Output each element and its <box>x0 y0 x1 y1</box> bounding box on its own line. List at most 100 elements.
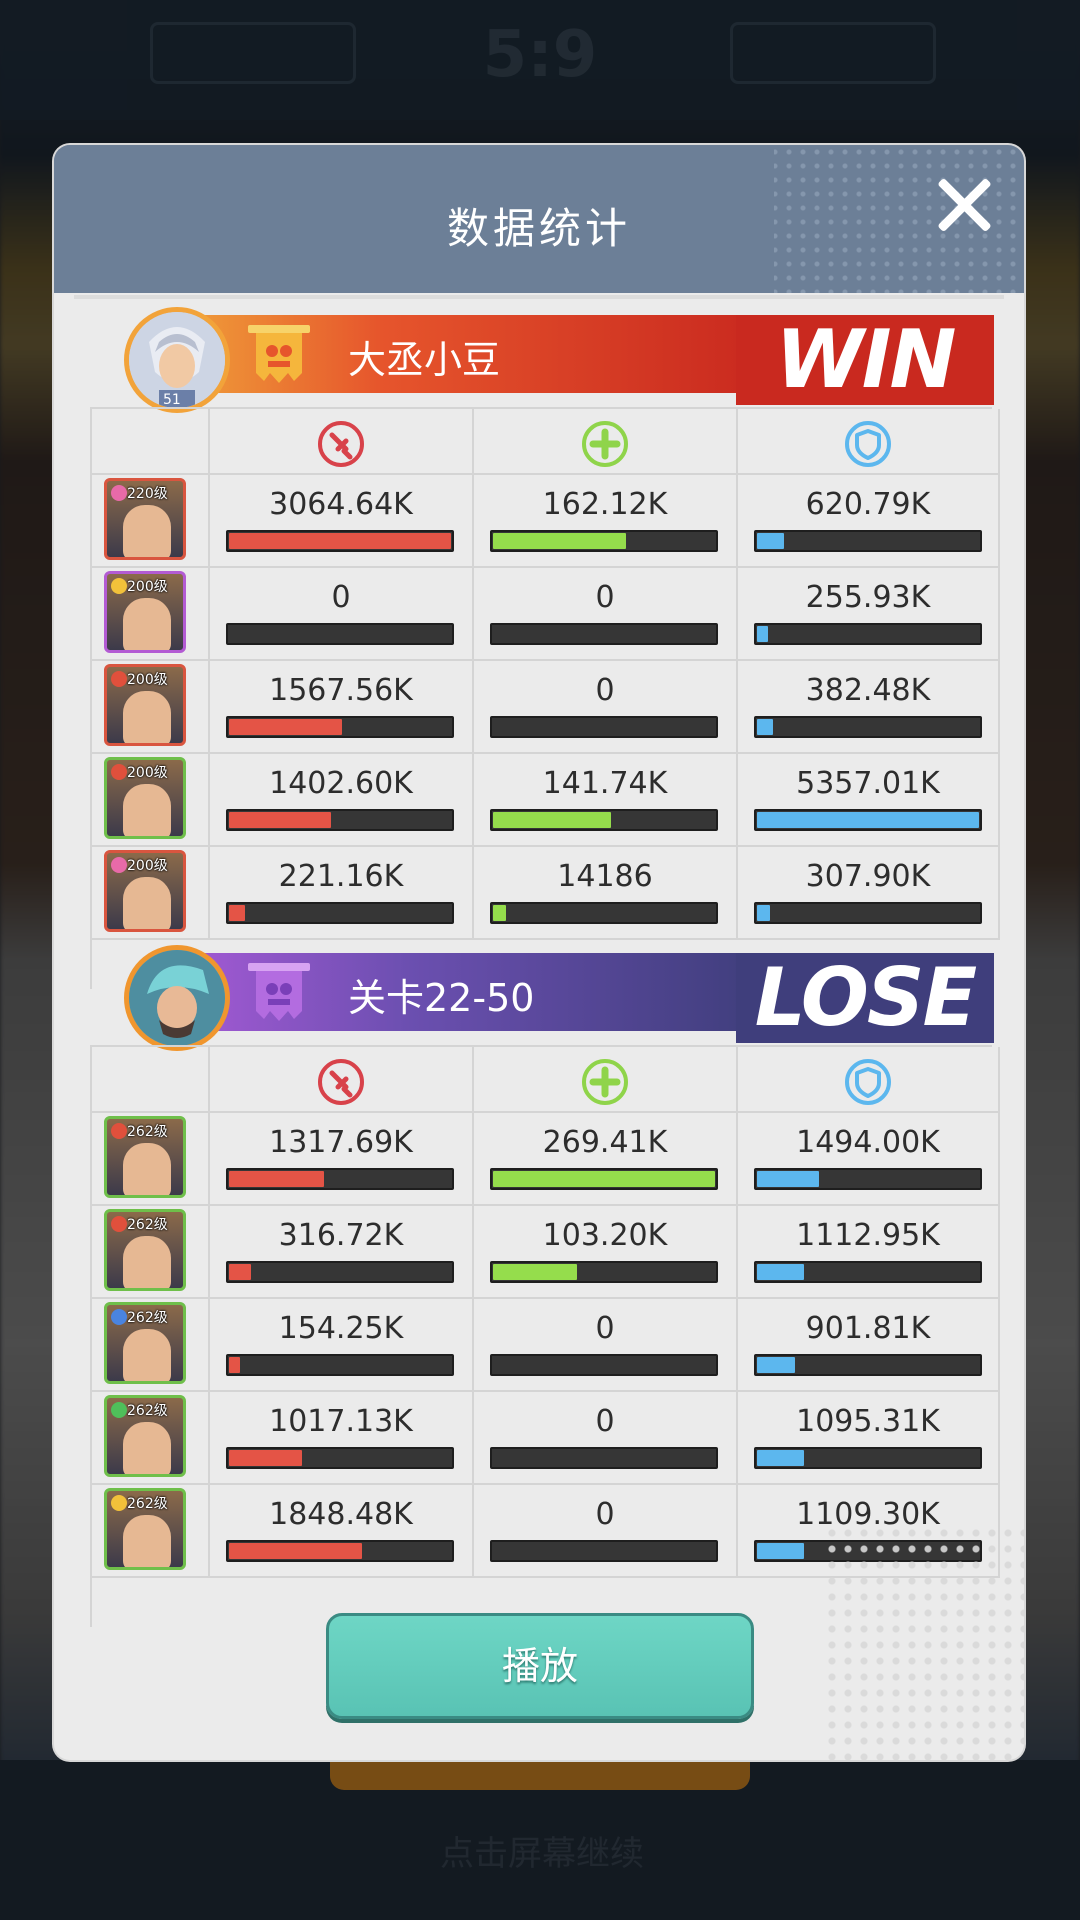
hero-portrait[interactable]: 200级 <box>104 664 186 746</box>
hero-level: 262级 <box>127 1403 168 1419</box>
damage-cell: 1017.13K <box>210 1392 474 1485</box>
hero-portrait[interactable]: 262级 <box>104 1209 186 1291</box>
result-badge-win: WIN <box>736 315 994 405</box>
heal-value: 14186 <box>557 859 653 894</box>
sword-icon <box>318 421 364 467</box>
player-avatar[interactable]: 51 <box>124 307 230 413</box>
hero-face-icon <box>123 877 171 929</box>
heal-cell: 0 <box>474 568 738 661</box>
stats-dialog: 数据统计 大丞小豆 51 WIN 220级 3064.64K 162.12K 620 <box>54 145 1024 1760</box>
hero-level: 220级 <box>127 486 168 502</box>
heal-value: 0 <box>595 1497 615 1532</box>
heal-bar <box>490 716 718 738</box>
damage-bar <box>226 1261 454 1283</box>
damage-value: 221.16K <box>278 859 404 894</box>
column-header <box>738 1047 1000 1113</box>
column-header <box>738 409 1000 475</box>
heal-cell: 0 <box>474 1392 738 1485</box>
team-name: 大丞小豆 <box>348 338 501 382</box>
defense-bar-fill <box>757 905 770 921</box>
defense-bar-fill <box>757 1264 804 1280</box>
damage-cell: 154.25K <box>210 1299 474 1392</box>
heal-value: 0 <box>595 673 615 708</box>
damage-value: 0 <box>331 580 351 615</box>
damage-bar <box>226 1540 454 1562</box>
damage-cell: 3064.64K <box>210 475 474 568</box>
damage-bar <box>226 530 454 552</box>
defense-bar-fill <box>757 1450 804 1466</box>
hero-portrait[interactable]: 200级 <box>104 571 186 653</box>
defense-bar <box>754 623 982 645</box>
hero-level: 200级 <box>127 765 168 781</box>
damage-bar <box>226 623 454 645</box>
play-button[interactable]: 播放 <box>326 1613 754 1719</box>
header-empty-cell <box>92 1047 210 1113</box>
defense-cell: 382.48K <box>738 661 1000 754</box>
hero-portrait[interactable]: 262级 <box>104 1395 186 1477</box>
hero-level: 262级 <box>127 1310 168 1326</box>
heal-cell: 0 <box>474 1485 738 1578</box>
heal-cell: 103.20K <box>474 1206 738 1299</box>
defense-bar <box>754 809 982 831</box>
hero-cell: 262级 <box>92 1113 210 1206</box>
svg-text:51: 51 <box>163 392 181 408</box>
hero-cell: 220级 <box>92 475 210 568</box>
plus-icon <box>582 421 628 467</box>
hero-portrait[interactable]: 262级 <box>104 1488 186 1570</box>
defense-bar-fill <box>757 1543 804 1559</box>
damage-value: 3064.64K <box>269 487 413 522</box>
column-header <box>210 1047 474 1113</box>
defense-bar-fill <box>757 1357 795 1373</box>
hero-portrait[interactable]: 262级 <box>104 1116 186 1198</box>
hero-portrait[interactable]: 220级 <box>104 478 186 560</box>
damage-bar-fill <box>229 1264 251 1280</box>
defense-value: 307.90K <box>805 859 931 894</box>
heal-bar <box>490 623 718 645</box>
defense-value: 1112.95K <box>796 1218 940 1253</box>
team-banner-loser: 关卡22-50 <box>124 945 764 1051</box>
damage-bar <box>226 1168 454 1190</box>
hero-cell: 200级 <box>92 754 210 847</box>
heal-bar <box>490 809 718 831</box>
damage-cell: 1567.56K <box>210 661 474 754</box>
column-header <box>474 409 738 475</box>
damage-bar-fill <box>229 812 331 828</box>
defense-value: 255.93K <box>805 580 931 615</box>
hero-portrait[interactable]: 262级 <box>104 1302 186 1384</box>
enemy-avatar[interactable] <box>124 945 230 1051</box>
heal-cell: 269.41K <box>474 1113 738 1206</box>
defense-bar <box>754 1261 982 1283</box>
hero-portrait[interactable]: 200级 <box>104 850 186 932</box>
column-header <box>474 1047 738 1113</box>
damage-bar <box>226 902 454 924</box>
column-header <box>210 409 474 475</box>
defense-cell: 5357.01K <box>738 754 1000 847</box>
defense-bar <box>754 716 982 738</box>
hero-face-icon <box>123 1236 171 1288</box>
defense-bar <box>754 902 982 924</box>
damage-cell: 316.72K <box>210 1206 474 1299</box>
damage-value: 154.25K <box>278 1311 404 1346</box>
damage-bar-fill <box>229 533 451 549</box>
result-text: LOSE <box>739 956 991 1040</box>
header-divider <box>74 295 1004 299</box>
defense-cell: 901.81K <box>738 1299 1000 1392</box>
hero-portrait[interactable]: 200级 <box>104 757 186 839</box>
hero-cell: 200级 <box>92 661 210 754</box>
damage-bar <box>226 716 454 738</box>
heal-bar-fill <box>493 812 611 828</box>
damage-cell: 1317.69K <box>210 1113 474 1206</box>
hero-cell: 262级 <box>92 1485 210 1578</box>
hero-face-icon <box>123 598 171 650</box>
player-portrait-icon: 51 <box>129 312 225 408</box>
damage-value: 1848.48K <box>269 1497 413 1532</box>
team-banner-winner: 大丞小豆 51 <box>124 307 764 413</box>
hero-face-icon <box>123 691 171 743</box>
hero-cell: 200级 <box>92 847 210 940</box>
heal-bar-fill <box>493 1171 715 1187</box>
damage-bar-fill <box>229 1543 362 1559</box>
damage-bar-fill <box>229 1171 324 1187</box>
defense-bar-fill <box>757 533 784 549</box>
close-icon[interactable] <box>934 175 994 235</box>
damage-value: 1017.13K <box>269 1404 413 1439</box>
